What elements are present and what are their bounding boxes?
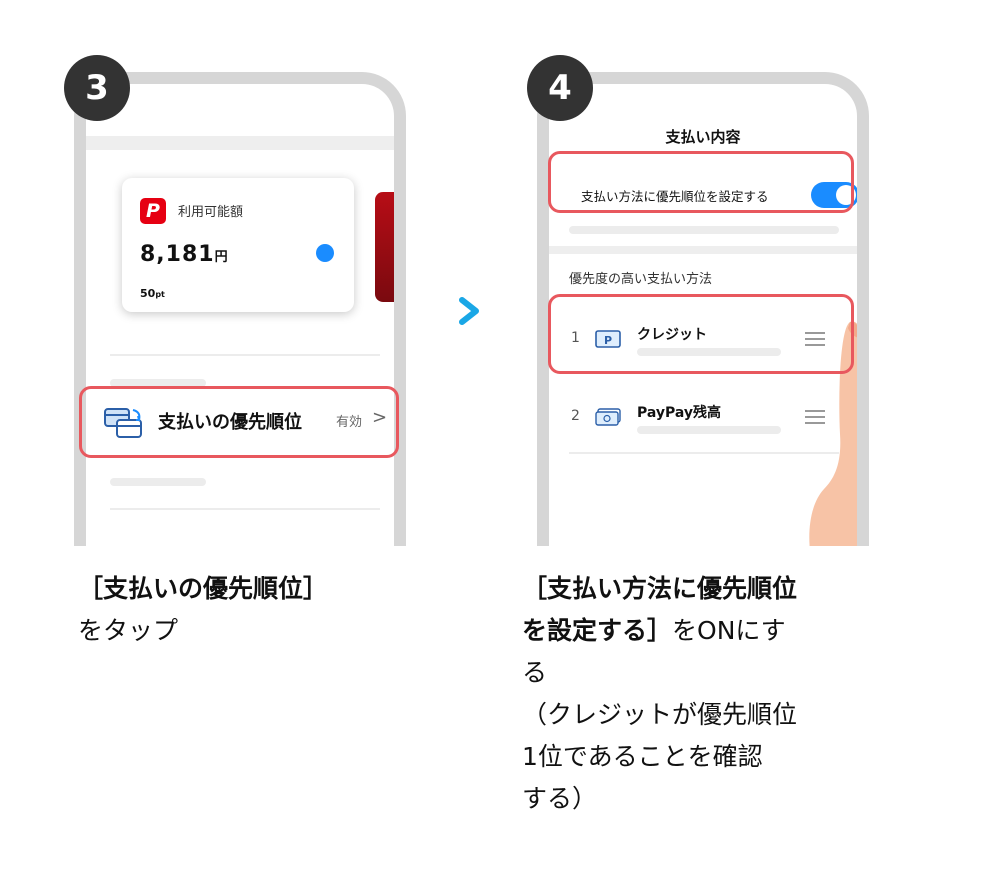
caption-text: る	[522, 658, 548, 687]
divider	[110, 508, 380, 510]
divider	[110, 354, 380, 356]
points-number: 50	[140, 287, 156, 300]
caption-bold: を設定する］	[522, 616, 673, 645]
placeholder-bar	[637, 426, 781, 434]
phone-screen-step-3: P 利用可能額 8,181円 50pt 支払いの優先順位 有効 >	[74, 72, 406, 546]
rank-number: 2	[571, 408, 580, 424]
chevron-right-icon	[459, 297, 479, 325]
balance-card[interactable]: P 利用可能額 8,181円 50pt	[122, 178, 354, 312]
top-divider	[86, 136, 394, 150]
placeholder-bar	[569, 226, 839, 234]
points-unit: pt	[155, 290, 165, 299]
caption-text: をONにす	[672, 616, 786, 645]
cash-icon	[595, 408, 621, 426]
highlight-priority-toggle	[548, 151, 854, 213]
placeholder-bar	[110, 478, 206, 486]
section-separator	[549, 246, 857, 254]
caption-bold: ［支払い方法に優先順位	[522, 574, 798, 603]
step-4-badge: 4	[527, 55, 593, 121]
caption-text: する）	[522, 784, 598, 813]
divider	[569, 452, 839, 454]
step-3-badge: 3	[64, 55, 130, 121]
caption-bold: ［支払いの優先順位］	[78, 574, 329, 603]
highlight-credit-row	[548, 294, 854, 374]
available-amount: 8,181円	[140, 242, 229, 267]
paypay-logo-icon: P	[140, 198, 166, 224]
caption-step-3: ［支払いの優先順位］ をタップ	[78, 568, 408, 652]
caption-text: 1位であることを確認	[522, 742, 763, 771]
available-amount-label: 利用可能額	[178, 205, 244, 220]
page-title: 支払い内容	[665, 128, 741, 146]
caption-text: （クレジットが優先順位	[522, 700, 798, 729]
currency-unit: 円	[214, 250, 229, 265]
status-dot	[316, 244, 334, 262]
points-value: 50pt	[140, 287, 165, 300]
highlight-payment-priority	[79, 386, 399, 458]
section-title: 優先度の高い支払い方法	[569, 272, 713, 287]
amount-value: 8,181	[140, 242, 215, 267]
caption-text: をタップ	[78, 616, 179, 645]
next-card-peek[interactable]	[375, 192, 394, 302]
payment-method-name: PayPay残高	[637, 405, 722, 421]
caption-step-4: ［支払い方法に優先順位 を設定する］をONにす る （クレジットが優先順位 1位…	[522, 568, 882, 820]
